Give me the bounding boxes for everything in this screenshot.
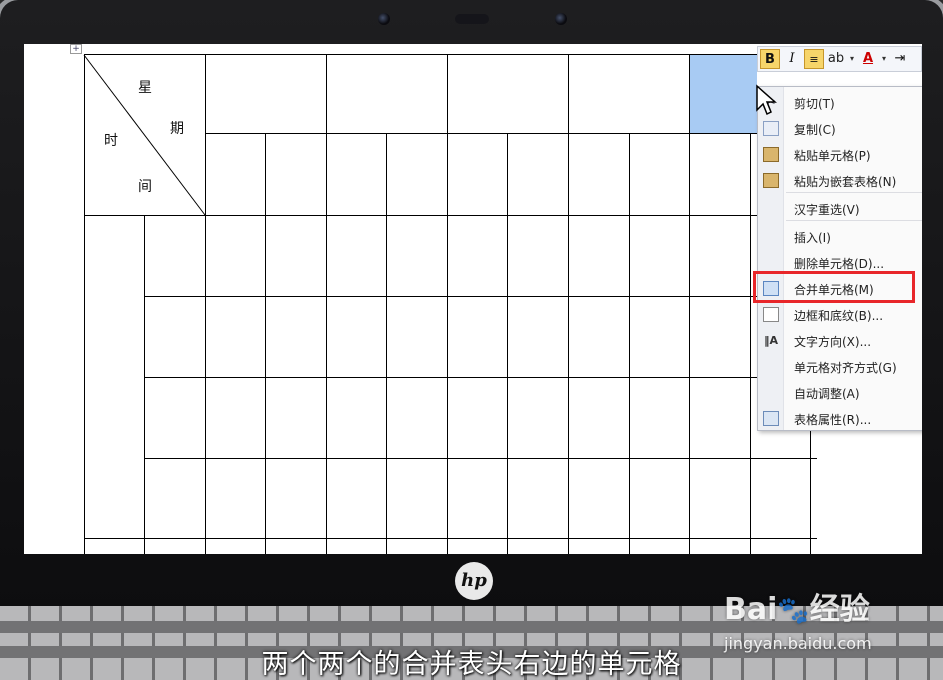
table-col-line	[447, 54, 448, 554]
menu-item-label: 汉字重选(V)	[794, 203, 860, 217]
table-col-line	[629, 133, 630, 554]
menu-item-borders-shading[interactable]: 边框和底纹(B)...	[758, 303, 922, 327]
context-menu: ✂ 剪切(T) 复制(C) 粘贴单元格(P) 粘贴为嵌套表格(N) 汉字重选(V…	[757, 86, 922, 431]
paste-icon	[763, 147, 779, 162]
screen: + 星 期 时 间 B I ≡ ab ▾ A ▾ ⇥ ✂ 剪切(T) 复制(C)	[24, 44, 922, 554]
menu-item-copy[interactable]: 复制(C)	[758, 117, 922, 141]
table-row-line	[144, 377, 817, 378]
table-col-line	[144, 215, 145, 554]
menu-item-label: 粘贴单元格(P)	[794, 149, 871, 163]
menu-item-text-direction[interactable]: ‖A 文字方向(X)...	[758, 329, 922, 353]
table-row-line	[205, 133, 817, 134]
table-col-line	[326, 54, 327, 554]
mouse-pointer-icon	[756, 84, 777, 116]
menu-item-insert[interactable]: 插入(I)	[758, 225, 922, 249]
menu-item-label: 删除单元格(D)...	[794, 257, 885, 271]
table-col-line	[568, 54, 569, 554]
paw-icon: 🐾	[777, 596, 810, 626]
menu-item-cell-alignment[interactable]: 单元格对齐方式(G)	[758, 355, 922, 379]
menu-item-label: 文字方向(X)...	[794, 335, 872, 349]
align-center-button[interactable]: ≡	[804, 49, 824, 69]
table-col-line	[205, 54, 206, 554]
table-properties-icon	[763, 411, 779, 426]
copy-icon	[763, 121, 779, 136]
menu-separator	[786, 220, 922, 221]
table-border-top	[84, 54, 817, 55]
menu-item-label: 自动调整(A)	[794, 387, 860, 401]
menu-item-label: 表格属性(R)...	[794, 413, 872, 427]
font-color-dropdown-icon[interactable]: ▾	[880, 49, 888, 69]
header-label-xing: 星	[138, 80, 152, 96]
header-label-qi: 期	[170, 121, 184, 137]
menu-item-cut[interactable]: ✂ 剪切(T)	[758, 91, 922, 115]
borders-icon	[763, 307, 779, 322]
menu-item-paste-cells[interactable]: 粘贴单元格(P)	[758, 143, 922, 167]
menu-item-autofit[interactable]: 自动调整(A)	[758, 381, 922, 405]
paste-icon	[763, 173, 779, 188]
menu-item-label: 剪切(T)	[794, 97, 835, 111]
highlight-button[interactable]: ab	[826, 49, 846, 69]
italic-button[interactable]: I	[782, 49, 802, 69]
menu-item-paste-nested[interactable]: 粘贴为嵌套表格(N)	[758, 169, 922, 193]
menu-item-hanzi-reselect[interactable]: 汉字重选(V)	[758, 197, 922, 221]
watermark-brand-prefix: Bai	[724, 592, 778, 627]
menu-separator	[786, 192, 922, 193]
camera-icon	[455, 14, 489, 24]
header-label-shi: 时	[104, 133, 118, 149]
table-row-line	[84, 215, 817, 216]
mini-toolbar: B I ≡ ab ▾ A ▾ ⇥	[757, 46, 922, 72]
menu-item-label: 边框和底纹(B)...	[794, 309, 884, 323]
indent-button[interactable]: ⇥	[890, 49, 910, 69]
table-col-line	[507, 133, 508, 554]
menu-item-label: 复制(C)	[794, 123, 836, 137]
menu-item-label: 单元格对齐方式(G)	[794, 361, 897, 375]
table-col-line	[265, 133, 266, 554]
camera-left-icon	[378, 13, 390, 25]
video-subtitle: 两个两个的合并表头右边的单元格	[261, 649, 682, 680]
menu-item-table-properties[interactable]: 表格属性(R)...	[758, 407, 922, 431]
table-row-line	[84, 538, 817, 539]
text-direction-icon: ‖A	[763, 334, 778, 347]
table-border-left	[84, 54, 85, 554]
table-row-line	[144, 296, 817, 297]
menu-item-label: 插入(I)	[794, 231, 831, 245]
table-col-line	[386, 133, 387, 554]
watermark-brand-suffix: 经验	[809, 592, 870, 627]
highlight-dropdown-icon[interactable]: ▾	[848, 49, 856, 69]
camera-right-icon	[555, 13, 567, 25]
menu-item-label: 粘贴为嵌套表格(N)	[794, 175, 897, 189]
table-col-line	[689, 54, 690, 554]
font-color-button[interactable]: A	[858, 49, 878, 69]
table-col-line	[750, 133, 751, 554]
header-label-jian: 间	[138, 179, 152, 195]
hp-logo: hp	[455, 562, 493, 600]
merge-cells-highlight-box	[753, 271, 915, 303]
bold-button[interactable]: B	[760, 49, 780, 69]
table-row-line	[144, 458, 817, 459]
